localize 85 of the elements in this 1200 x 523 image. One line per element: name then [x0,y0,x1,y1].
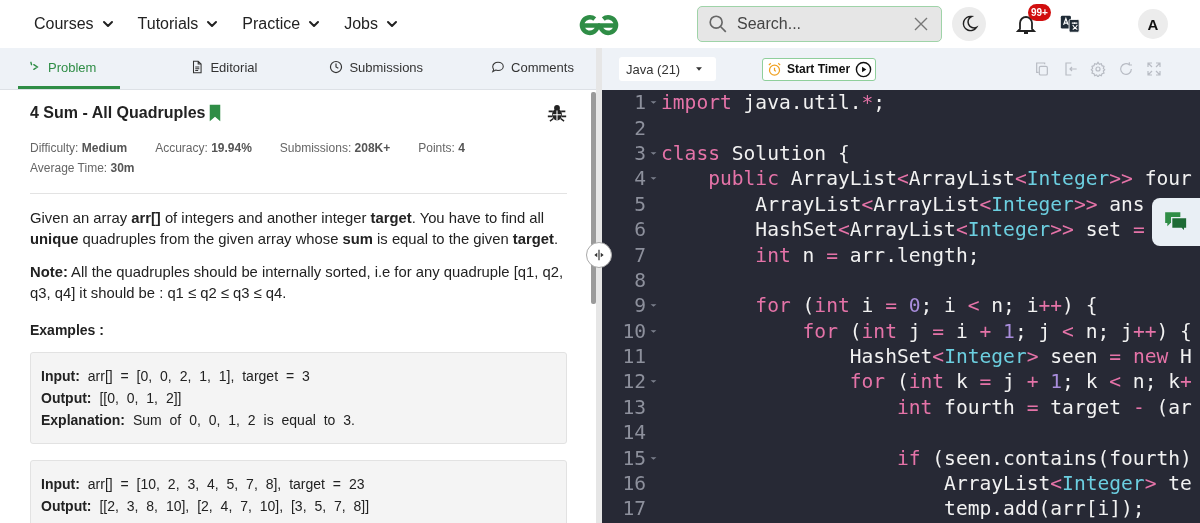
fold-arrow-icon[interactable] [650,150,657,156]
line-number: 5 [633,192,646,216]
fold-arrow-icon[interactable] [650,176,657,182]
line-number: 8 [633,268,646,292]
problem-stat: Accuracy: 19.94% [155,141,252,155]
line-number: 12 [621,370,646,394]
code-line: ArrayList<ArrayList<Integer>> ans [754,192,1145,216]
code-line: ArrayList<Integer> te [943,472,1192,496]
user-avatar[interactable]: A [1138,9,1168,39]
fold-arrow-icon[interactable] [650,328,657,334]
resize-handle[interactable] [586,242,612,268]
example-line: Explanation: Sum of 0, 0, 1, 2 is equal to 3. [41,411,356,430]
language-dropdown[interactable]: Java (21) [619,57,716,81]
line-number: 10 [621,319,646,343]
close-icon[interactable] [912,15,930,33]
problem-stat: Average Time: 30m [30,161,135,175]
problem-title: 4 Sum - All Quadruples [30,104,206,122]
start-timer-button[interactable]: Start Timer [762,57,877,81]
chat-button[interactable] [1152,198,1200,246]
nav-menu[interactable]: Jobs [344,15,400,33]
copy-icon[interactable] [1034,61,1050,77]
problem-tab[interactable]: Submissions [319,48,434,89]
code-line: HashSet<Integer> seen = new H [848,345,1192,369]
settings-icon[interactable] [1090,61,1106,77]
fold-arrow-icon[interactable] [650,100,657,106]
code-line: for (int i = 0; i < n; i++) { [754,294,1098,318]
search-field[interactable]: Search... [697,6,942,42]
example-line: Input: arr[] = [0, 0, 2, 1, 1], target = 3 [41,367,311,386]
example-line: Output: [[2, 3, 8, 10], [2, 4, 7, 10], [3, 5, 7, 8]] [41,497,371,516]
code-line: import java.util.*; [661,91,886,115]
example-line: Input: arr[] = [10, 2, 3, 4, 5, 7, 8], target = 23 [41,475,366,494]
split-arrows-icon [592,248,606,262]
bug-icon[interactable] [547,103,567,123]
speech-bubble-icon [491,60,506,74]
code-line: if (seen.contains(fourth) [895,446,1192,470]
line-number: 1 [633,91,646,115]
dark-mode-button[interactable] [952,7,986,41]
nav-menu[interactable]: Tutorials [137,15,221,33]
examples-heading: Examples : [30,322,105,338]
problem-tab[interactable]: Editorial [180,48,268,89]
bookmark-icon[interactable] [208,104,223,122]
line-number: 17 [621,497,646,521]
document-icon [190,60,205,74]
refresh-icon[interactable] [1118,61,1134,77]
code-line: for (int j = i + 1; j < n; j++) { [801,319,1192,343]
scrollbar[interactable] [591,92,596,304]
problem-stat: Submissions: 208K+ [279,141,391,155]
code-editor[interactable] [602,90,1200,523]
problem-tab[interactable]: Comments [481,48,584,89]
code-line: class Solution { [661,141,850,165]
problem-stat: Points: 4 [418,141,465,155]
line-number: 3 [633,141,646,165]
problem-tab[interactable]: Problem [18,48,121,89]
code-line: temp.add(arr[i]); [943,497,1145,521]
code-line: for (int k = j + 1; k < n; k+ [848,370,1192,394]
line-number: 2 [633,116,646,140]
search-icon [707,13,729,35]
code-line: int n = arr.length; [754,243,980,267]
fold-arrow-icon[interactable] [650,379,657,385]
problem-description: Given an array arr[] of integers and another integer target. You have to find all unique quadruples from the given array whose sum is equal to the given target. [30,209,560,249]
fold-arrow-icon[interactable] [650,303,657,309]
line-number: 9 [633,294,646,318]
code-line: HashSet<ArrayList<Integer>> set = [754,218,1145,242]
line-number: 11 [621,345,646,369]
code-line: int fourth = target - (ar [895,395,1192,419]
problem-stat: Difficulty: Medium [30,141,128,155]
expand-icon[interactable] [1146,61,1162,77]
problem-description: Note: All the quadruples should be internally sorted, i.e for any quadruple [q1, q2, q3, q4] it should be : q1 ≤ q2 ≤ q3 ≤ q4. [30,263,564,303]
line-number: 15 [621,446,646,470]
line-number: 16 [621,472,646,496]
example-line: Output: [[0, 0, 1, 2]] [41,389,183,408]
line-number: 6 [633,218,646,242]
clock-icon [329,60,344,74]
translate-icon[interactable] [1059,13,1081,35]
code-line: public ArrayList<ArrayList<Integer>> four [707,167,1192,191]
line-number: 4 [633,167,646,191]
alarm-clock-icon [767,61,782,77]
notification-badge: 99+ [1028,4,1051,21]
line-number: 7 [633,243,646,267]
play-icon [855,60,873,78]
nav-menu[interactable]: Practice [242,15,323,33]
line-number: 13 [621,395,646,419]
line-number: 14 [621,421,646,445]
nav-menu[interactable]: Courses [34,15,116,33]
fold-arrow-icon[interactable] [650,455,657,461]
